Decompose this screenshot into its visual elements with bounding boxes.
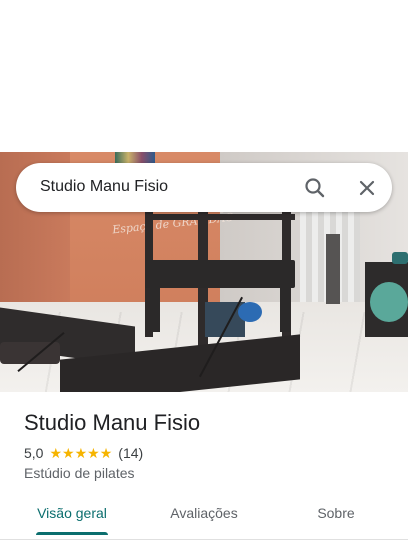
review-count[interactable]: (14) [118,445,143,461]
star-icon: ★ [87,445,100,461]
search-bar[interactable]: Studio Manu Fisio [16,163,392,212]
photo-cadillac-bar [145,214,295,220]
star-rating: ★ ★ ★ ★ ★ [49,446,112,460]
photo-column [326,234,340,304]
tab-overview[interactable]: Visão geral [24,496,120,536]
map-blank-area [0,0,408,152]
rating-row[interactable]: 5,0 ★ ★ ★ ★ ★ (14) [24,444,143,462]
star-icon: ★ [49,445,63,461]
divider [0,539,408,540]
photo-equipment [392,252,408,264]
close-icon[interactable] [352,173,382,203]
tab-selected-indicator [36,532,108,535]
rating-value: 5,0 [24,445,44,461]
tab-reviews[interactable]: Avaliações [156,496,252,536]
photo-blue-ball [238,302,262,322]
star-icon: ★ [62,445,75,461]
photo-green-ball [370,282,408,322]
star-icon: ★ [74,445,88,461]
search-icon[interactable] [300,173,330,203]
place-tabs: Visão geral Avaliações Sobre [0,496,408,536]
star-icon: ★ [99,445,113,461]
place-category[interactable]: Estúdio de pilates [24,465,135,481]
tab-about[interactable]: Sobre [296,496,376,536]
search-input[interactable]: Studio Manu Fisio [40,178,168,196]
place-title: Studio Manu Fisio [24,410,201,435]
